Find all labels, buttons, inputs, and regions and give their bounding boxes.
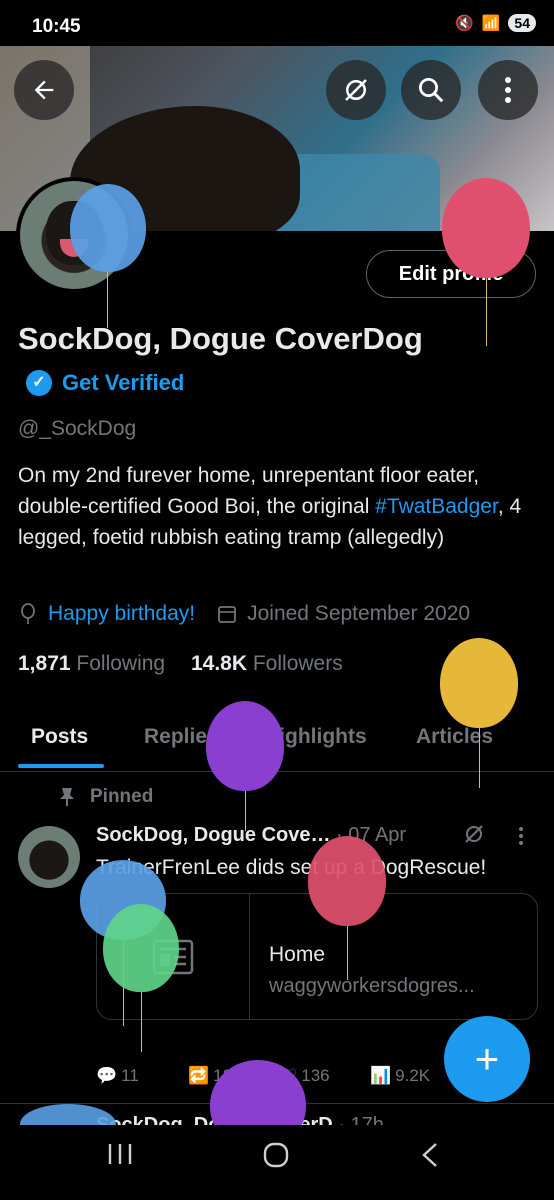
followers-label: Followers xyxy=(252,652,343,675)
following-link[interactable]: 1,871 Following xyxy=(18,652,165,675)
verified-check-icon: ✓ xyxy=(26,369,52,396)
balloon-string xyxy=(479,728,480,788)
search-icon xyxy=(419,78,444,103)
post-avatar[interactable] xyxy=(18,826,80,888)
birthday-link[interactable]: Happy birthday! xyxy=(48,602,195,626)
grok-icon xyxy=(465,825,483,843)
balloon-string xyxy=(486,278,487,346)
back-arrow-icon xyxy=(34,80,54,100)
balloon-icon xyxy=(21,603,35,624)
active-tab-indicator xyxy=(18,764,104,768)
followers-count: 14.8K xyxy=(190,652,248,675)
balloon-blue xyxy=(70,184,146,272)
home-icon xyxy=(263,1142,289,1168)
balloon-purple xyxy=(206,701,284,791)
tab-posts[interactable]: Posts xyxy=(31,725,88,749)
balloon-string xyxy=(245,791,246,831)
status-time: 10:45 xyxy=(32,16,81,37)
profile-bio: On my 2nd furever home, unrepentant floo… xyxy=(18,460,528,553)
compose-button[interactable]: + xyxy=(444,1016,530,1102)
reply-count: 11 xyxy=(121,1066,139,1085)
battery-badge: 54 xyxy=(508,14,536,32)
system-nav-bar xyxy=(0,1125,554,1200)
balloon-green xyxy=(103,904,179,992)
more-button[interactable] xyxy=(478,60,538,120)
views-button[interactable]: 📊 9.2K xyxy=(370,1066,430,1086)
post-author[interactable]: SockDog, Dogue Cove… xyxy=(96,824,330,846)
bio-hashtag-link[interactable]: #TwatBadger xyxy=(375,495,498,518)
get-verified-link[interactable]: ✓ Get Verified xyxy=(26,362,184,404)
tab-articles[interactable]: Articles xyxy=(416,725,493,749)
balloon-red xyxy=(442,178,530,278)
grok-icon xyxy=(345,79,367,101)
calendar-icon xyxy=(218,606,236,623)
profile-name-block: SockDog, Dogue CoverDog ✓ Get Verified xyxy=(18,318,458,404)
wifi-icon: 📶 xyxy=(481,15,501,32)
back-nav-button[interactable] xyxy=(420,1141,440,1177)
pinned-indicator: Pinned xyxy=(58,786,153,808)
following-label: Following xyxy=(76,652,166,675)
get-verified-label: Get Verified xyxy=(62,369,185,395)
views-icon: 📊 xyxy=(370,1066,392,1085)
follow-stats: 1,871 Following 14.8K Followers xyxy=(18,652,343,676)
like-count: 136 xyxy=(301,1066,330,1085)
balloon-string xyxy=(347,926,348,980)
profile-handle: @_SockDog xyxy=(18,417,137,440)
more-vertical-icon xyxy=(519,827,523,845)
followers-link[interactable]: 14.8K Followers xyxy=(191,652,343,675)
balloon-yellow xyxy=(440,638,518,728)
pinned-label: Pinned xyxy=(90,786,154,807)
status-bar: 10:45 🔇 📶 54 xyxy=(0,0,554,48)
balloon-red xyxy=(308,836,386,926)
balloon-string xyxy=(141,992,142,1052)
repost-icon: 🔁 xyxy=(188,1066,210,1085)
card-url: waggyworkersdogres... xyxy=(269,975,475,997)
back-button[interactable] xyxy=(14,60,74,120)
pin-icon xyxy=(60,788,74,806)
recent-apps-button[interactable] xyxy=(106,1141,134,1175)
profile-meta: Happy birthday! Joined September 2020 xyxy=(18,602,470,626)
status-icons: 🔇 📶 54 xyxy=(455,14,536,32)
recents-icon xyxy=(108,1144,132,1164)
home-button[interactable] xyxy=(262,1141,290,1177)
views-count: 9.2K xyxy=(395,1066,431,1085)
search-button[interactable] xyxy=(401,60,461,120)
reply-button[interactable]: 💬 11 xyxy=(96,1066,139,1086)
plus-icon: + xyxy=(474,1035,500,1082)
joined-date: Joined September 2020 xyxy=(247,602,471,625)
post-grok-button[interactable] xyxy=(462,822,486,851)
card-title: Home xyxy=(269,943,326,966)
profile-display-name: SockDog, Dogue CoverDog xyxy=(18,321,423,356)
reply-icon: 💬 xyxy=(96,1066,118,1085)
post-more-button[interactable] xyxy=(518,826,524,851)
chevron-left-icon xyxy=(422,1143,437,1167)
mute-icon: 🔇 xyxy=(455,15,474,32)
grok-button[interactable] xyxy=(326,60,386,120)
more-vertical-icon xyxy=(505,77,511,103)
following-count: 1,871 xyxy=(18,652,71,675)
balloon-string xyxy=(107,272,108,328)
